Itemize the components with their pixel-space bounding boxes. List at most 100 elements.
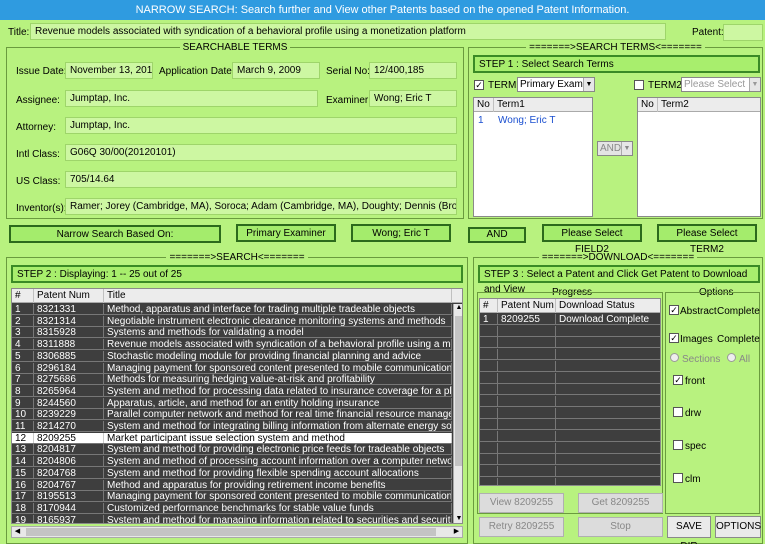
term2-col-term[interactable]: Term2 [658,98,760,112]
table-row[interactable]: 15 8204768 System and method for providing… [12,467,452,479]
empty-cell [556,384,660,394]
empty-cell [556,466,660,476]
row-patent-num: 8165937 [34,514,104,523]
empty-cell [480,442,498,453]
us-class-field[interactable]: 705/14.64 [65,171,457,188]
term1-row-no[interactable]: 1 [478,115,484,126]
all-radio[interactable] [727,353,736,362]
table-row[interactable]: 2 8321314 Negotiable instrument electronic… [12,315,452,327]
term2-label: TERM2 [648,80,682,91]
table-row[interactable]: 7 8275686 Methods for measuring hedging va… [12,374,452,386]
term1-checkbox[interactable]: ✓ [474,80,484,90]
col-title[interactable]: Title [104,289,452,303]
clm-checkbox[interactable] [673,473,683,483]
table-row[interactable]: 4 8311888 Revenue models associated with s… [12,339,452,351]
stop-button[interactable]: Stop [578,517,663,537]
scroll-thumb[interactable] [455,316,462,466]
dl-col-patent[interactable]: Patent Num [498,299,556,313]
term2-checkbox[interactable] [634,80,644,90]
inventors-field[interactable]: Ramer; Jorey (Cambridge, MA), Soroca; Ad… [65,198,457,215]
term1-row-value[interactable]: Wong; Eric T [498,115,555,126]
term1-col-no[interactable]: No [474,98,494,112]
operator-select[interactable]: AND ▼ [597,141,633,156]
examiner-field[interactable]: Wong; Eric T [369,90,457,107]
search-scrollbar[interactable]: ▲ ▼ [453,304,462,523]
get-patent-button[interactable]: Get 8209255 [578,493,663,513]
scroll-left-icon[interactable]: ◀ [12,527,23,537]
table-row[interactable]: 14 8204806 System and method of processing… [12,456,452,468]
issue-date-field[interactable]: November 13, 2012 [65,62,153,79]
table-row[interactable]: 11 8214270 System and method for integrati… [12,421,452,432]
table-row[interactable]: 6 8296184 Managing payment for sponsored c… [12,362,452,374]
table-row[interactable]: 10 8239229 Parallel computer network and m… [12,409,452,421]
front-label: front [685,376,706,387]
hscroll-thumb[interactable] [26,528,436,536]
narrow-based-on: Narrow Search Based On: [9,225,221,243]
serial-field[interactable]: 12/400,185 [369,62,457,79]
scroll-down-icon[interactable]: ▼ [454,515,462,523]
attorney-field[interactable]: Jumptap, Inc. [65,117,457,134]
retry-patent-button[interactable]: Retry 8209255 [479,517,564,537]
empty-cell [480,337,498,348]
title-field[interactable]: Revenue models associated with syndicati… [30,23,666,40]
attorney-label: Attorney: [16,122,57,133]
spec-label: spec [685,441,707,452]
table-row[interactable]: 19 8165937 System and method for managing … [12,514,452,523]
row-num: 9 [12,397,34,408]
assignee-field[interactable]: Jumptap, Inc. [65,90,318,107]
table-row[interactable]: 18 8170944 Customized performance benchmar… [12,502,452,514]
row-title: System and method for providing flexible… [104,467,452,478]
dl-col-status[interactable]: Download Status [556,299,660,313]
search-hscrollbar[interactable]: ◀ ▶ [11,526,463,538]
app-date-field[interactable]: March 9, 2009 [232,62,320,79]
col-patent-num[interactable]: Patent Num [34,289,104,303]
table-row[interactable]: 5 8306885 Stochastic modeling module for p… [12,350,452,362]
row-title: System and method for processing data re… [104,385,452,396]
term1-list[interactable]: No Term1 1 Wong; Eric T [473,97,593,217]
term2-col-no[interactable]: No [638,98,658,112]
empty-cell [556,454,660,464]
row-num: 17 [12,491,34,502]
scroll-right-icon[interactable]: ▶ [451,527,462,537]
options-button[interactable]: OPTIONS [715,516,761,538]
download-table[interactable]: # Patent Num Download Status 1 8209255 Dow… [479,298,661,486]
images-checkbox[interactable]: ✓ [669,333,679,343]
abstract-checkbox[interactable]: ✓ [669,305,679,315]
intl-class-field[interactable]: G06Q 30/00(20120101) [65,144,457,161]
row-title: Apparatus, article, and method for an en… [104,397,452,408]
term2-select[interactable]: Please Select ▼ [681,77,761,92]
row-num: 12 [12,432,34,443]
narrow-field1[interactable]: Primary Examiner [236,224,336,242]
term1-col-term[interactable]: Term1 [494,98,592,112]
empty-cell [480,431,498,441]
front-checkbox[interactable]: ✓ [673,375,683,385]
sections-radio[interactable] [670,353,679,362]
table-row[interactable]: 1 8321331 Method, apparatus and interface … [12,304,452,315]
table-row[interactable]: 13 8204817 System and method for providing… [12,444,452,456]
drw-checkbox[interactable] [673,407,683,417]
save-dir-button[interactable]: SAVE DIR [667,516,711,544]
table-row[interactable]: 8 8265964 System and method for processing… [12,385,452,397]
search-results-table[interactable]: # Patent Num Title 1 8321331 Method, appar… [11,288,463,524]
chevron-down-icon: ▼ [749,78,760,91]
table-row[interactable]: 3 8315928 Systems and methods for validati… [12,327,452,339]
step2-banner: STEP 2 : Displaying: 1 -- 25 out of 25 [11,265,463,283]
view-patent-button[interactable]: View 8209255 [479,493,564,513]
term2-list[interactable]: No Term2 [637,97,761,217]
table-row[interactable]: 12 8209255 Market participant issue select… [12,432,452,444]
download-row[interactable]: 1 8209255 Download Complete [480,314,660,325]
spec-checkbox[interactable] [673,440,683,450]
term1-select[interactable]: Primary Examiner ▼ [517,77,595,92]
table-row[interactable]: 17 8195513 Managing payment for sponsored … [12,491,452,503]
table-row[interactable]: 9 8244560 Apparatus, article, and method f… [12,397,452,409]
dl-col-num[interactable]: # [480,299,498,313]
scroll-up-icon[interactable]: ▲ [454,304,462,314]
col-num[interactable]: # [12,289,34,303]
narrow-operator[interactable]: AND [468,227,526,243]
narrow-term2[interactable]: Please Select TERM2 [657,224,757,255]
narrow-field2[interactable]: Please Select FIELD2 [542,224,642,255]
narrow-value1[interactable]: Wong; Eric T [351,224,451,242]
row-patent-num: 8204767 [34,479,104,490]
table-row[interactable]: 16 8204767 Method and apparatus for provid… [12,479,452,491]
patent-field[interactable] [723,24,763,41]
